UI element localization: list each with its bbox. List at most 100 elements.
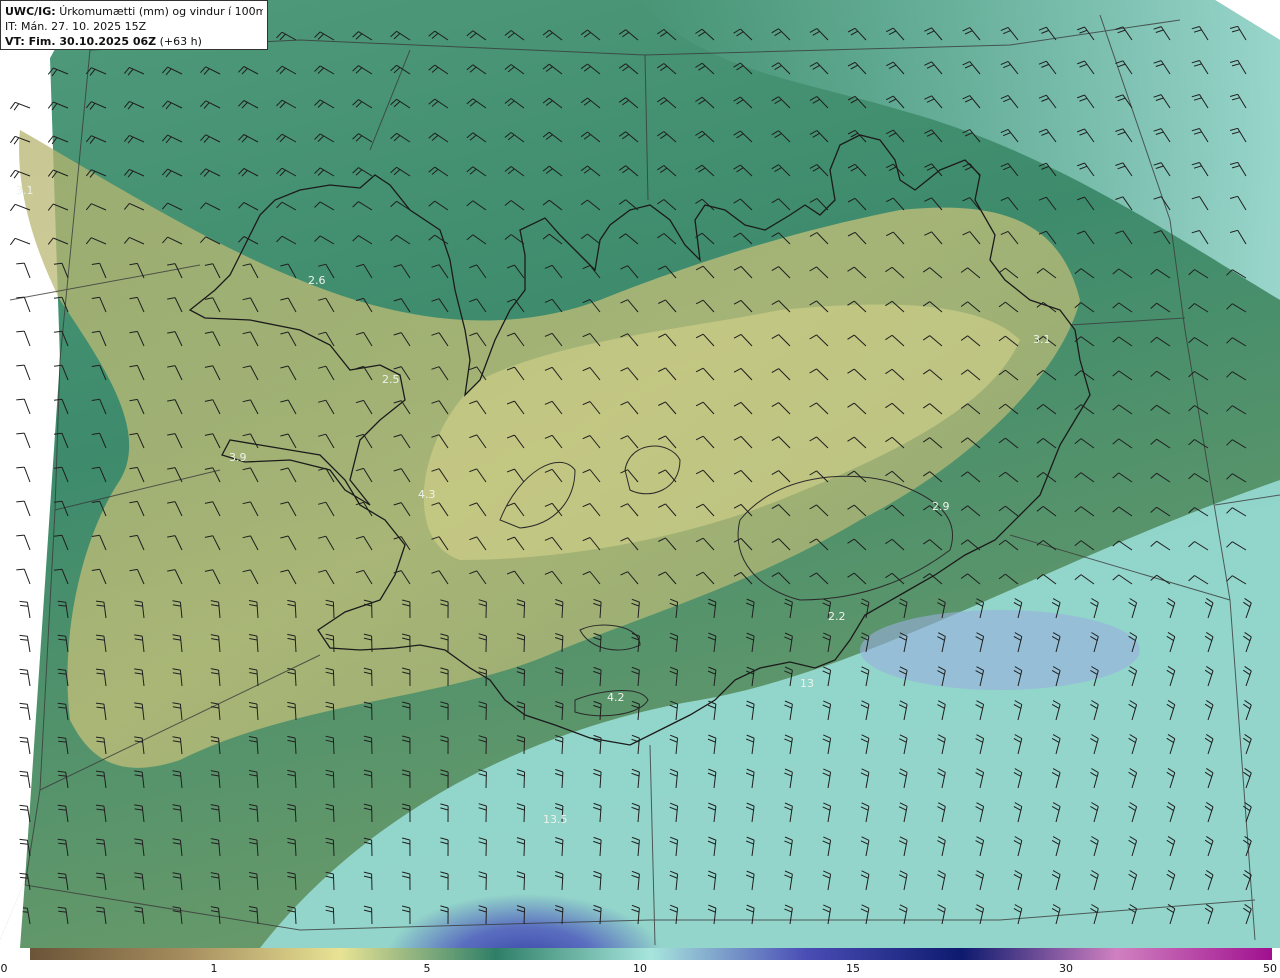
wind-barb-shaft	[523, 669, 526, 687]
value-label: 13	[800, 677, 814, 690]
wind-barb-shaft	[523, 839, 526, 857]
wind-barb-shaft	[332, 873, 335, 891]
map-header: UWC/IG: Úrkomumætti (mm) og vindur í 100…	[0, 0, 268, 50]
value-label: 2.2	[828, 610, 846, 623]
heavy-precip-core-east	[860, 610, 1140, 690]
valid-time: VT: Fim. 30.10.2025 06Z	[5, 35, 157, 48]
wind-barb-shaft	[332, 805, 335, 823]
wind-barb-shaft	[332, 635, 335, 653]
wind-barb-flag	[20, 842, 29, 845]
wind-barb-flag	[9, 204, 16, 212]
value-label: 2.6	[308, 274, 326, 287]
map-title: Úrkomumætti (mm) og vindur í 100m hæð	[59, 5, 263, 18]
wind-barb-shaft	[23, 500, 31, 517]
wind-barb-flag	[19, 770, 28, 773]
wind-barb-shaft	[23, 534, 31, 551]
scale-tick: 15	[846, 962, 860, 975]
wind-barb-flag	[19, 804, 28, 807]
scale-tick: 0	[0, 962, 8, 975]
precipitation-wind-map: 3.1 2.6 2.5 3.9 4.3 4.2 13.5 2.2 2.9 13 …	[0, 0, 1280, 948]
wind-barb-flag	[16, 534, 25, 537]
wind-barb-shaft	[23, 568, 31, 585]
scale-tick: 10	[633, 962, 647, 975]
wind-barb-shaft	[23, 466, 31, 483]
wind-barb-shaft	[523, 635, 526, 653]
wind-barb-flag	[16, 262, 25, 265]
valid-time-line: VT: Fim. 30.10.2025 06Z (+63 h)	[5, 34, 263, 49]
wind-barb-flag	[19, 702, 28, 705]
color-scale-legend: 0 1 5 10 15 30 50	[0, 948, 1280, 978]
value-label: 2.9	[932, 500, 950, 513]
wind-barb-shaft	[523, 703, 526, 721]
wind-barb-flag	[16, 432, 25, 435]
wind-barb-flag	[20, 740, 29, 743]
wind-barb-flag	[13, 171, 20, 179]
wind-barb-shaft	[332, 839, 335, 857]
wind-barb-shaft	[23, 262, 31, 279]
wind-barb-shaft	[523, 873, 526, 891]
scale-tick: 30	[1059, 962, 1073, 975]
color-scale-bar	[30, 948, 1272, 960]
wind-barb-shaft	[332, 907, 335, 925]
scale-tick: 1	[210, 962, 218, 975]
wind-barb-shaft	[26, 704, 31, 721]
scale-tick: 50	[1263, 962, 1277, 975]
wind-barb-shaft	[523, 737, 526, 755]
value-label: 3.1	[16, 184, 34, 197]
wind-barb-flag	[16, 466, 25, 469]
wind-barb-flag	[9, 102, 16, 110]
wind-barb-flag	[19, 736, 28, 739]
wind-barb-shaft	[332, 703, 335, 721]
wind-barb-flag	[16, 568, 25, 571]
wind-barb-flag	[20, 638, 29, 641]
wind-barb-shaft	[332, 771, 335, 789]
wind-barb-flag	[19, 634, 28, 637]
wind-barb-flag	[16, 330, 25, 333]
value-label: 13.5	[543, 813, 568, 826]
wind-barb-flag	[19, 838, 28, 841]
wind-barb-shaft	[23, 330, 31, 347]
wind-barb-shaft	[26, 602, 31, 619]
wind-barb-shaft	[332, 737, 335, 755]
wind-barb-shaft	[23, 296, 31, 313]
wind-barb-flag	[19, 600, 28, 603]
wind-barb-shaft	[26, 738, 31, 755]
wind-barb-flag	[13, 137, 20, 145]
title-line: UWC/IG: Úrkomumætti (mm) og vindur í 100…	[5, 4, 263, 19]
wind-barb-shaft	[23, 364, 31, 381]
wind-barb-shaft	[523, 601, 526, 619]
wind-barb-shaft	[332, 669, 335, 687]
scale-tick: 5	[423, 962, 431, 975]
wind-barb-flag	[20, 604, 29, 607]
wind-barb-shaft	[26, 636, 31, 653]
value-label: 3.9	[229, 451, 247, 464]
wind-barb-shaft	[26, 670, 31, 687]
value-label: 2.5	[382, 373, 400, 386]
wind-barb-shaft	[523, 805, 526, 823]
wind-barb-flag	[13, 103, 20, 111]
init-time: IT: Mán. 27. 10. 2025 15Z	[5, 20, 147, 33]
value-label: 3.1	[1033, 333, 1051, 346]
wind-barb-shaft	[23, 398, 31, 415]
wind-barb-flag	[16, 500, 25, 503]
model-name: UWC/IG:	[5, 5, 56, 18]
wind-barb-flag	[20, 672, 29, 675]
wind-barb-flag	[47, 135, 54, 143]
wind-barb-flag	[20, 706, 29, 709]
wind-barb-shaft	[523, 907, 526, 925]
value-label: 4.2	[607, 691, 625, 704]
wind-barb-shaft	[23, 432, 31, 449]
wind-barb-flag	[9, 170, 16, 178]
wind-barb-flag	[9, 238, 16, 246]
wind-barb-flag	[16, 398, 25, 401]
wind-barb-flag	[9, 136, 16, 144]
wind-barb-shaft	[523, 771, 526, 789]
value-label: 4.3	[418, 488, 436, 501]
wind-barb-flag	[19, 668, 28, 671]
wind-barb-shaft	[332, 601, 335, 619]
wind-barb-shaft	[26, 772, 31, 789]
wind-barb-flag	[20, 774, 29, 777]
wind-barb-flag	[16, 364, 25, 367]
forecast-offset: (+63 h)	[159, 35, 202, 48]
wind-barb-flag	[20, 808, 29, 811]
